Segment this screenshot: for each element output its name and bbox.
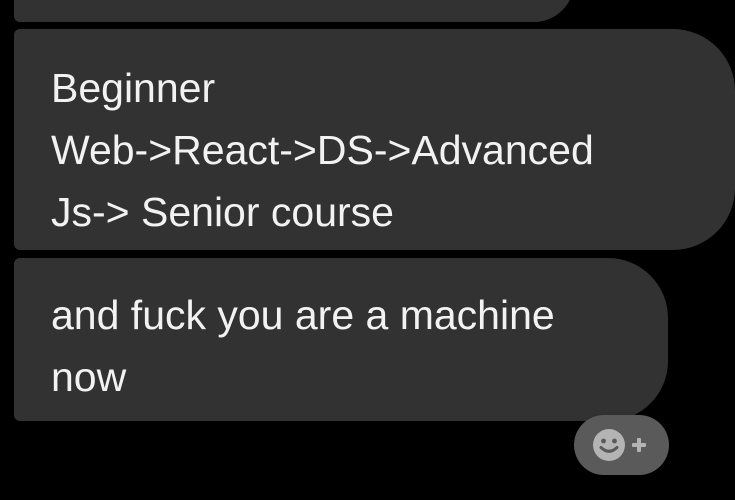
message-text-line: now [51, 354, 127, 400]
message-text-line: Js-> Senior course [51, 189, 394, 235]
message-bubble[interactable]: and fuck you are a machine now [14, 258, 668, 421]
message-text-line: and fuck you are a machine [51, 292, 555, 338]
message-text-line: Beginner [51, 65, 216, 111]
add-reaction-icon [593, 429, 646, 461]
chat-thread: Beginner Web->React->DS->Advanced Js-> S… [0, 0, 735, 500]
add-reaction-button[interactable] [574, 415, 669, 475]
message-text-line: Web->React->DS->Advanced [51, 127, 594, 173]
previous-message-bubble[interactable] [14, 0, 574, 22]
message-bubble[interactable]: Beginner Web->React->DS->Advanced Js-> S… [14, 29, 735, 250]
